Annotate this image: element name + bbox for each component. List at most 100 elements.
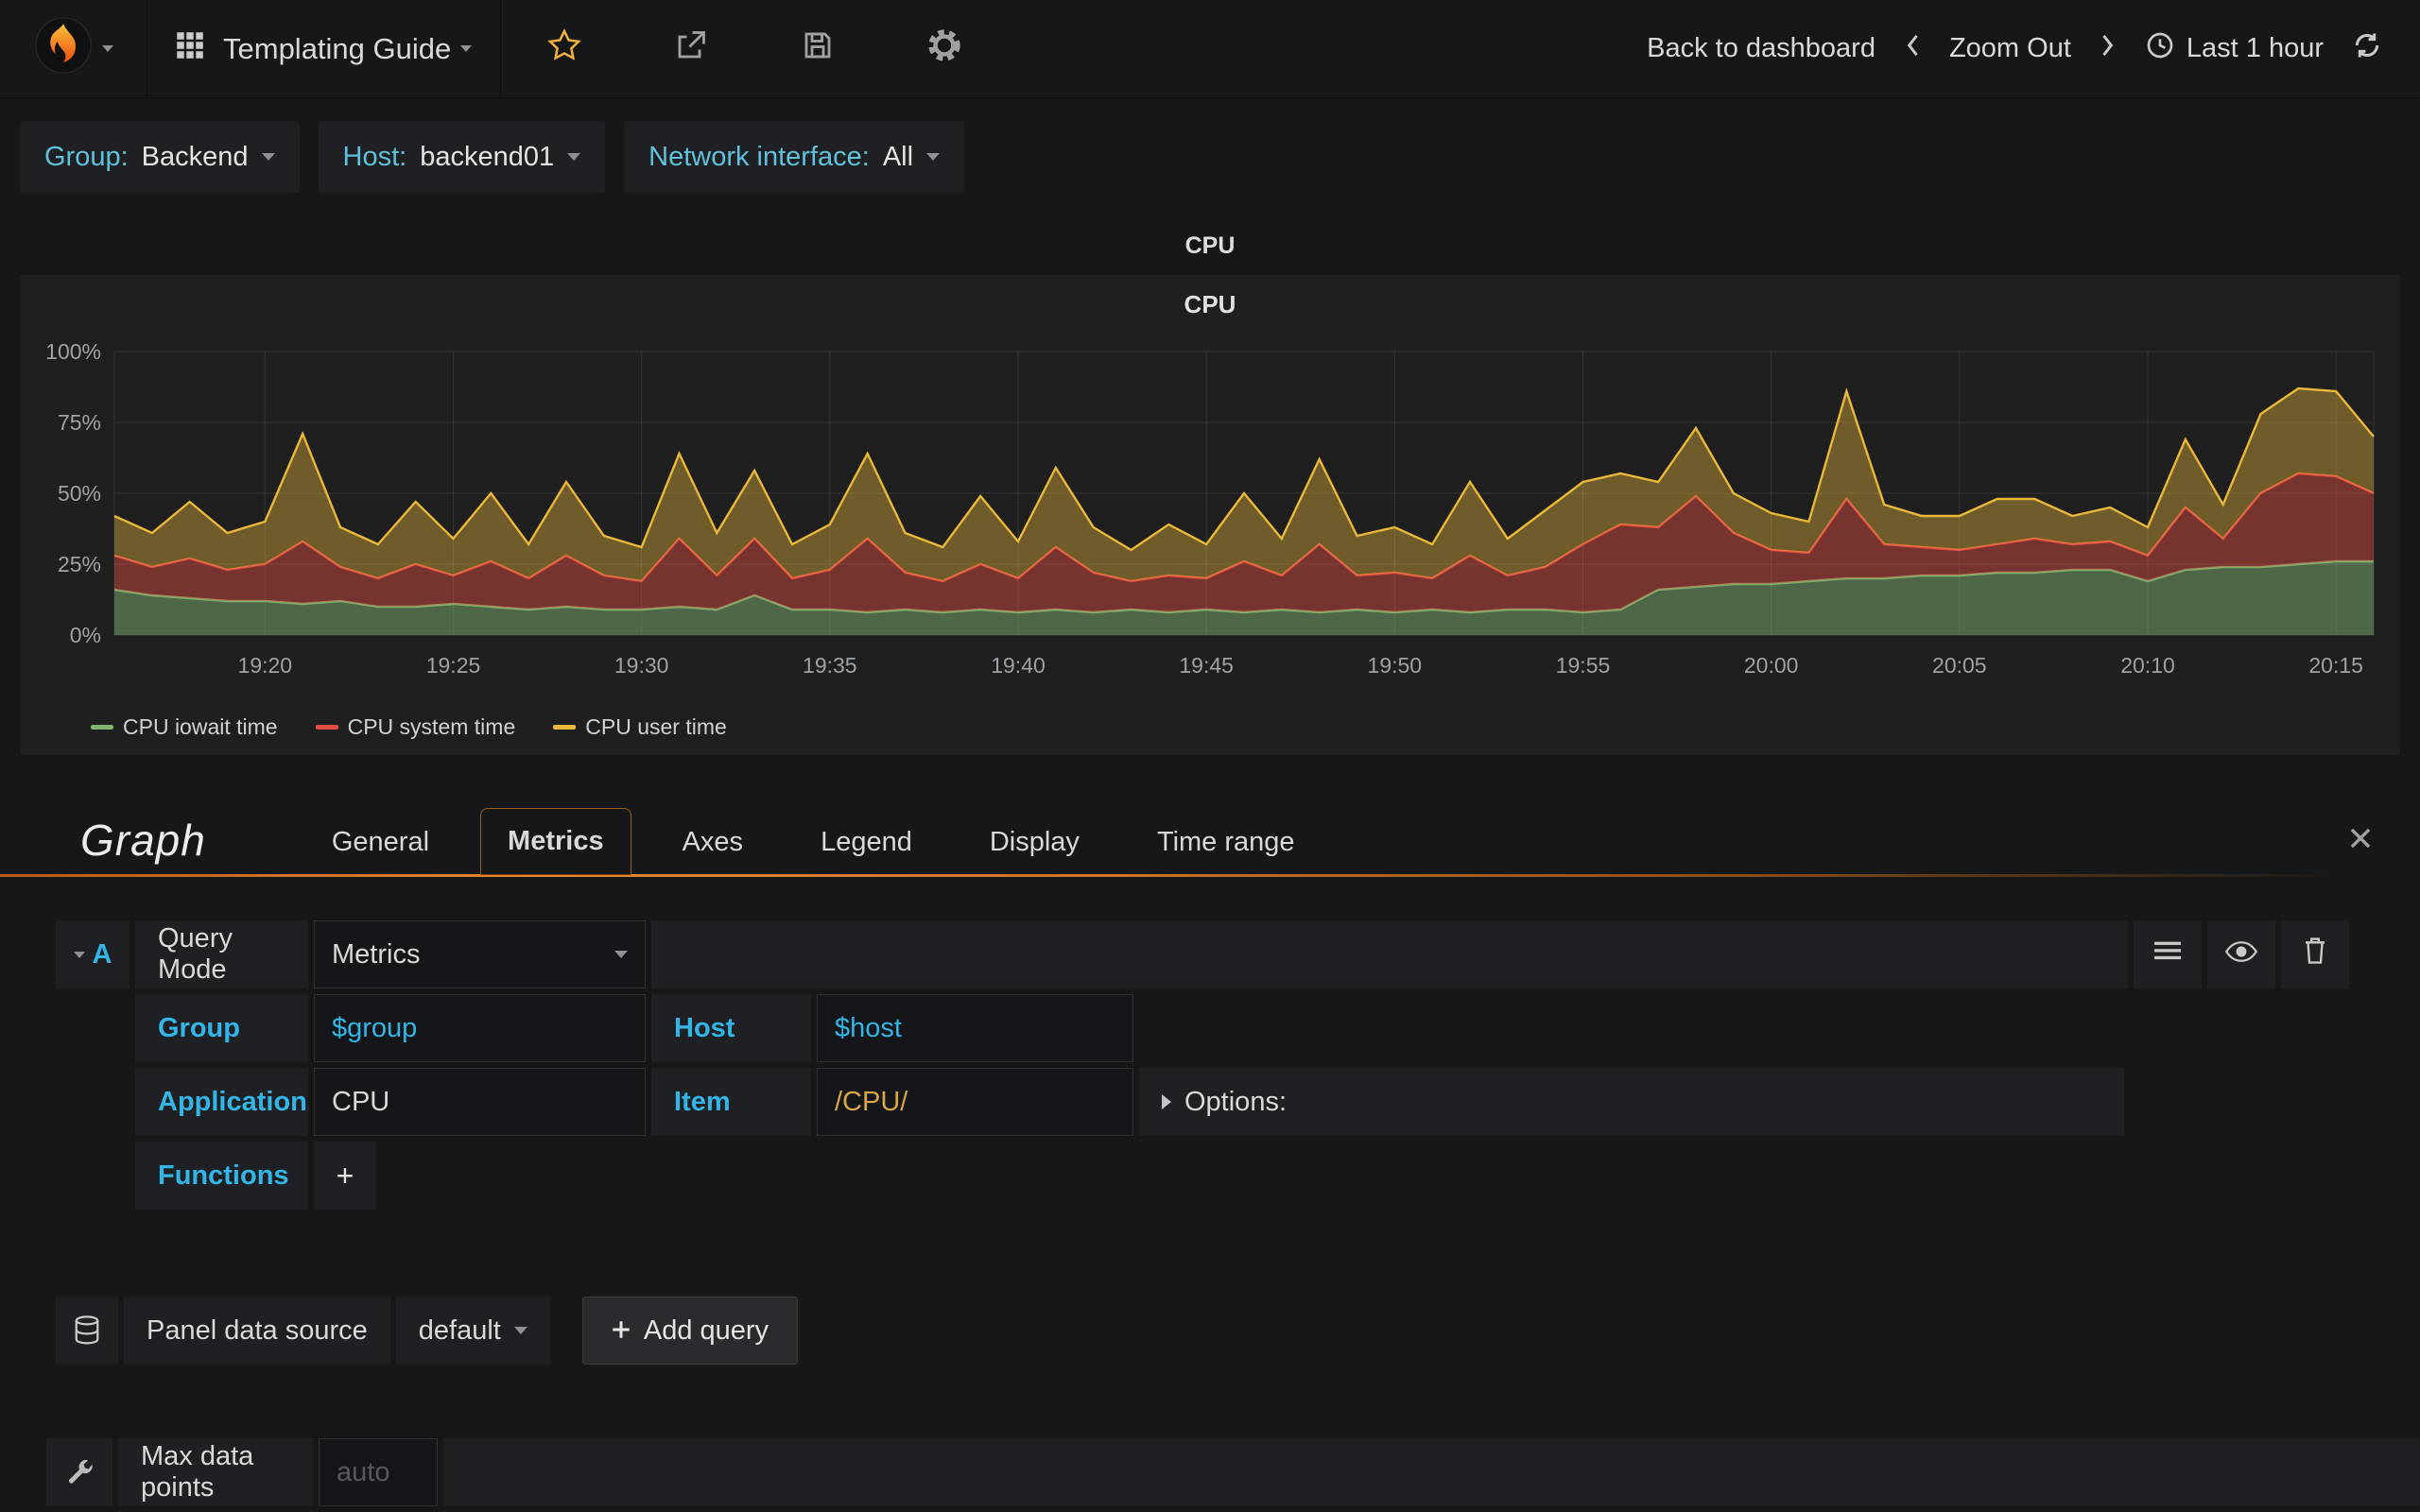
add-query-button[interactable]: Add query — [581, 1297, 799, 1365]
svg-text:20:05: 20:05 — [1932, 653, 1987, 678]
grafana-menu-button[interactable] — [0, 0, 147, 97]
legend-label: CPU system time — [347, 714, 516, 739]
time-shift-forward-button[interactable] — [2100, 32, 2117, 66]
variable-host-dropdown[interactable]: Host: backend01 — [318, 121, 606, 193]
chevron-down-icon — [73, 951, 85, 958]
application-label: Application — [135, 1068, 308, 1136]
query-mode-label: Query Mode — [135, 920, 308, 988]
query-letter: A — [92, 938, 112, 970]
dashboard-grid-icon — [176, 31, 204, 67]
save-button[interactable] — [754, 0, 881, 97]
tab-display[interactable]: Display — [963, 810, 1106, 875]
gear-icon — [925, 26, 963, 72]
host-input[interactable]: $host — [817, 994, 1133, 1062]
time-range-picker[interactable]: Last 1 hour — [2145, 30, 2324, 68]
query-collapse-toggle[interactable]: A — [56, 920, 130, 988]
max-data-points-row: Max data points — [46, 1438, 2420, 1506]
datasource-select[interactable]: default — [395, 1297, 550, 1365]
query-row-group-host: Group $group Host $host — [56, 994, 2349, 1062]
chevron-down-icon — [101, 45, 113, 52]
back-to-dashboard-button[interactable]: Back to dashboard — [1647, 33, 1876, 64]
variable-netif-dropdown[interactable]: Network interface: All — [624, 121, 965, 193]
query-mode-select[interactable]: Metrics — [314, 920, 646, 988]
query-mode-value: Metrics — [332, 938, 421, 970]
zoom-out-button[interactable]: Zoom Out — [1949, 33, 2071, 64]
legend-label: CPU user time — [585, 714, 727, 739]
group-input[interactable]: $group — [314, 994, 646, 1062]
settings-button[interactable] — [881, 0, 1008, 97]
svg-text:50%: 50% — [58, 481, 101, 506]
legend-swatch-green — [91, 725, 113, 730]
share-button[interactable] — [628, 0, 754, 97]
tab-legend[interactable]: Legend — [794, 810, 939, 875]
variable-host-value: backend01 — [420, 141, 555, 172]
trash-icon — [2303, 936, 2327, 972]
back-to-dashboard-label: Back to dashboard — [1647, 33, 1876, 63]
svg-text:20:10: 20:10 — [2120, 653, 2175, 678]
legend-item-user[interactable]: CPU user time — [553, 714, 727, 740]
database-icon — [56, 1297, 118, 1365]
variable-host-label: Host: — [342, 141, 407, 172]
application-input[interactable]: CPU — [314, 1068, 646, 1136]
options-toggle[interactable]: Options: — [1139, 1068, 2124, 1136]
hamburger-icon — [2154, 938, 2181, 971]
chevron-down-icon — [567, 153, 581, 161]
chevron-down-icon — [614, 951, 628, 958]
query-row-application-item: Application CPU Item /CPU/ Options: — [56, 1068, 2349, 1136]
svg-text:19:25: 19:25 — [426, 653, 481, 678]
legend-item-iowait[interactable]: CPU iowait time — [91, 714, 278, 740]
time-shift-back-button[interactable] — [1904, 32, 1921, 66]
variable-group-dropdown[interactable]: Group: Backend — [20, 121, 300, 193]
svg-text:19:40: 19:40 — [991, 653, 1046, 678]
star-button[interactable] — [501, 0, 628, 97]
item-input[interactable]: /CPU/ — [817, 1068, 1133, 1136]
tab-time-range[interactable]: Time range — [1131, 810, 1322, 875]
panel-title[interactable]: CPU — [0, 232, 2420, 260]
svg-text:19:45: 19:45 — [1179, 653, 1234, 678]
query-row-filler — [651, 920, 2128, 988]
zoom-out-label: Zoom Out — [1948, 33, 2071, 63]
cpu-chart[interactable]: 19:20 19:25 19:30 19:35 19:40 19:45 19:50 19:55… — [20, 339, 2400, 709]
refresh-button[interactable] — [2352, 30, 2382, 68]
navbar: Templating Guide Back to dashboard Zoom … — [0, 0, 2420, 98]
variable-netif-value: All — [882, 141, 914, 172]
dashboard-title-menu[interactable]: Templating Guide — [147, 0, 502, 97]
tab-axes[interactable]: Axes — [656, 810, 769, 875]
host-label: Host — [651, 994, 811, 1062]
group-label: Group — [135, 994, 308, 1062]
time-range-label: Last 1 hour — [2186, 33, 2324, 63]
clock-icon — [2145, 30, 2175, 68]
add-query-label: Add query — [643, 1314, 769, 1346]
query-delete-button[interactable] — [2281, 920, 2349, 988]
navbar-right: Back to dashboard Zoom Out Last 1 hour — [1647, 30, 2420, 68]
query-toggle-visibility-button[interactable] — [2207, 920, 2275, 988]
add-function-button[interactable]: + — [314, 1142, 376, 1210]
options-label: Options: — [1184, 1086, 1287, 1117]
item-value: /CPU/ — [835, 1086, 908, 1117]
svg-text:19:20: 19:20 — [238, 653, 293, 678]
dashboard-title: Templating Guide — [223, 31, 452, 65]
svg-text:20:00: 20:00 — [1744, 653, 1799, 678]
svg-text:75%: 75% — [58, 410, 101, 435]
legend-item-system[interactable]: CPU system time — [315, 714, 516, 740]
query-editor: A Query Mode Metrics Group $group Host $… — [0, 920, 2420, 1506]
query-menu-button[interactable] — [2134, 920, 2202, 988]
plus-icon — [612, 1315, 631, 1347]
max-data-points-input[interactable] — [337, 1456, 420, 1488]
panel-type-label: Graph — [80, 816, 206, 865]
tab-metrics[interactable]: Metrics — [480, 808, 631, 875]
close-editor-button[interactable] — [2339, 816, 2382, 868]
wrench-icon — [46, 1438, 112, 1506]
cpu-graph-svg: 19:20 19:25 19:30 19:35 19:40 19:45 19:50 19:55… — [45, 339, 2375, 678]
bottom-row-filler — [443, 1438, 2420, 1506]
legend-swatch-yellow — [553, 725, 577, 730]
variable-netif-label: Network interface: — [648, 141, 870, 172]
cpu-graph-panel: CPU 19:20 19:25 19:30 19:35 19:40 19:45 19:50 1… — [20, 275, 2400, 755]
svg-text:100%: 100% — [45, 342, 101, 364]
chevron-down-icon — [926, 153, 941, 161]
tab-general[interactable]: General — [305, 810, 456, 875]
query-row-functions: Functions + — [56, 1142, 2349, 1210]
variable-group-value: Backend — [141, 141, 249, 172]
max-data-points-input-cell — [319, 1438, 438, 1506]
panel-editor-header: Graph General Metrics Axes Legend Displa… — [0, 808, 2420, 875]
